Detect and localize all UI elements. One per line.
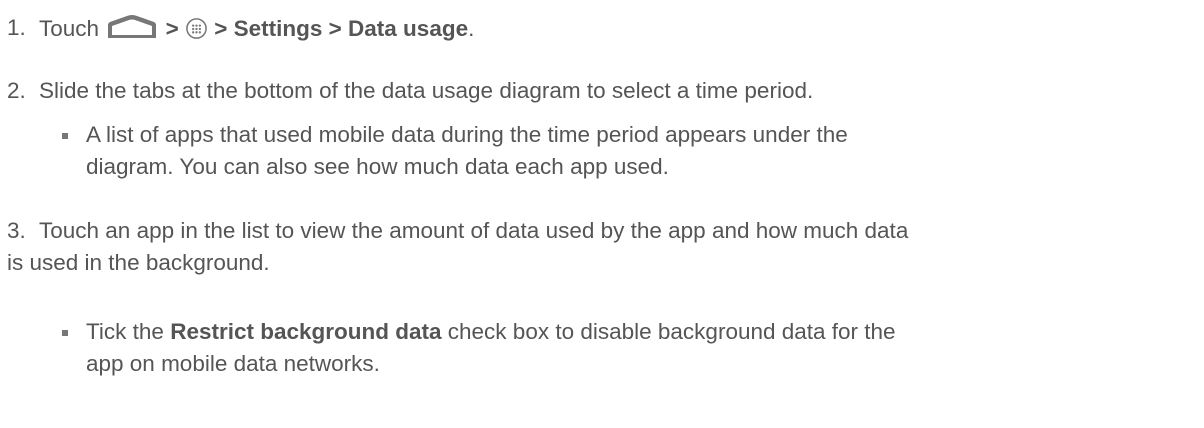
home-icon <box>108 15 157 38</box>
restrict-background-data-label: Restrict background data <box>170 319 442 344</box>
bullet-marker <box>62 133 68 139</box>
step-number: 2. <box>7 78 26 103</box>
bullet-text-line: app on mobile data networks. <box>86 351 380 376</box>
separator-arrow: > <box>165 16 179 41</box>
bullet-marker <box>62 330 68 336</box>
bullet-text-line: Tick the Restrict background data check … <box>86 318 896 346</box>
step-number: 3. <box>7 218 26 243</box>
bullet-post: check box to disable background data for… <box>447 319 896 344</box>
step-text: Touch > > Settings > Data usage. <box>39 14 474 43</box>
apps-icon <box>186 18 207 39</box>
period: . <box>468 16 475 41</box>
step-text-line: is used in the background. <box>7 250 270 275</box>
bullet-text-line: diagram. You can also see how much data … <box>86 154 669 179</box>
step-text-line: Touch an app in the list to view the amo… <box>39 218 909 243</box>
step-number: 1. <box>7 15 26 40</box>
touch-word: Touch <box>39 16 100 41</box>
settings-path: > Settings > Data usage <box>214 16 469 41</box>
bullet-pre: Tick the <box>86 319 164 344</box>
bullet-text-line: A list of apps that used mobile data dur… <box>86 122 848 147</box>
step-text: Slide the tabs at the bottom of the data… <box>39 78 814 103</box>
